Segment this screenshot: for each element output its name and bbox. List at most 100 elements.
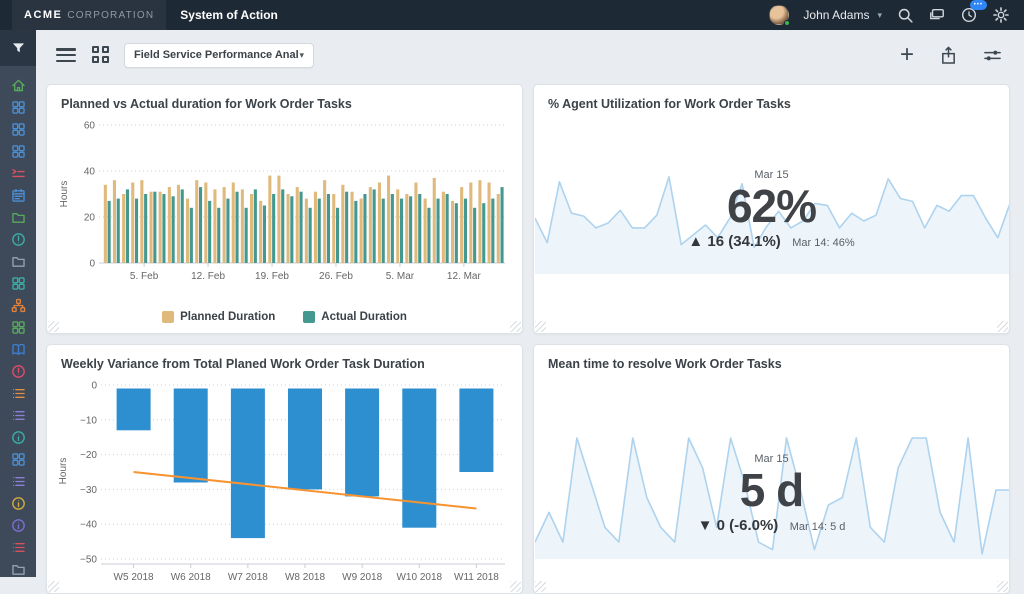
sidebar-item-home[interactable] [0, 74, 36, 96]
svg-text:0: 0 [91, 381, 97, 392]
svg-text:26. Feb: 26. Feb [319, 271, 353, 282]
legend-item[interactable]: Planned Duration [162, 311, 275, 323]
panel-title: Weekly Variance from Total Planed Work O… [61, 357, 425, 371]
legend-label: Planned Duration [180, 311, 276, 323]
utilization-sparkline[interactable] [535, 169, 1010, 275]
sidebar-item-knowledge[interactable] [0, 338, 36, 360]
sidebar-item-apps-green[interactable] [0, 316, 36, 338]
svg-text:W6 2018: W6 2018 [171, 572, 211, 583]
sidebar-item-calendar[interactable] [0, 184, 36, 206]
sidebar-item-alerts-red[interactable] [0, 360, 36, 382]
planned-vs-actual-chart[interactable]: 0 20 40 60 Hours 5. Feb 12. Feb 19. Feb 26. Feb 5… [55, 115, 515, 295]
svg-text:−50: −50 [80, 555, 97, 566]
sidebar-item-filter[interactable] [0, 30, 36, 66]
share-icon[interactable] [940, 45, 957, 65]
svg-text:W7 2018: W7 2018 [228, 572, 268, 583]
brand-logo[interactable]: ACME CORPORATION [12, 0, 167, 30]
sidebar-item-workflow[interactable] [0, 162, 36, 184]
panel-title: % Agent Utilization for Work Order Tasks [548, 97, 791, 111]
legend-swatch [162, 311, 175, 323]
chat-icon[interactable] [928, 6, 946, 24]
sidebar-item-apps-teal[interactable] [0, 272, 36, 294]
brand-suffix: CORPORATION [67, 9, 155, 21]
svg-text:Hours: Hours [58, 458, 69, 485]
sidebar-item-apps-1[interactable] [0, 96, 36, 118]
sidebar-item-network[interactable] [0, 294, 36, 316]
avatar[interactable] [769, 5, 791, 26]
dashboard-selector-label: Field Service Performance Analytics [134, 49, 299, 61]
svg-text:12. Feb: 12. Feb [191, 271, 225, 282]
search-icon[interactable] [896, 6, 914, 24]
panel-title: Mean time to resolve Work Order Tasks [548, 357, 782, 371]
svg-text:−10: −10 [80, 415, 97, 426]
svg-text:60: 60 [84, 121, 96, 132]
panel-agent-utilization: % Agent Utilization for Work Order Tasks… [533, 84, 1010, 334]
svg-text:0: 0 [89, 259, 95, 270]
sidebar-item-info-teal[interactable] [0, 426, 36, 448]
user-menu-caret-icon[interactable]: ▾ [877, 10, 882, 21]
resize-grip[interactable] [510, 321, 521, 332]
sidebar [0, 30, 36, 577]
resize-grip[interactable] [510, 581, 521, 592]
add-widget-button[interactable]: + [900, 43, 914, 67]
resize-grip[interactable] [48, 321, 59, 332]
weekly-variance-chart[interactable]: 0 −10 −20 −30 −40 −50 Hours W5 2018 W6 2018 W7 20… [55, 371, 515, 589]
help-icon[interactable]: ••• [960, 0, 987, 24]
svg-text:−40: −40 [80, 520, 97, 531]
svg-text:W5 2018: W5 2018 [114, 572, 154, 583]
user-name[interactable]: John Adams [803, 8, 869, 22]
svg-text:W9 2018: W9 2018 [342, 572, 382, 583]
sidebar-item-list-orange[interactable] [0, 382, 36, 404]
mean-time-sparkline[interactable] [535, 433, 1010, 560]
dashboard-grid-icon[interactable] [92, 46, 110, 64]
svg-text:12. Mar: 12. Mar [447, 271, 482, 282]
legend-item[interactable]: Actual Duration [303, 311, 407, 323]
panel-weekly-variance: Weekly Variance from Total Planed Work O… [46, 344, 523, 594]
resize-grip[interactable] [997, 581, 1008, 592]
svg-text:40: 40 [84, 167, 96, 178]
app-header: ACME CORPORATION System of Action John A… [0, 0, 1024, 30]
notification-badge: ••• [969, 0, 987, 10]
chevron-down-icon: ▾ [299, 49, 304, 60]
menu-icon[interactable] [56, 48, 76, 62]
sidebar-item-alerts-teal[interactable] [0, 228, 36, 250]
sidebar-item-projects[interactable] [0, 206, 36, 228]
svg-text:20: 20 [84, 213, 96, 224]
online-status-dot [784, 20, 791, 26]
sidebar-item-apps-blue-2[interactable] [0, 448, 36, 470]
svg-text:Hours: Hours [59, 181, 70, 208]
sidebar-item-apps-2[interactable] [0, 118, 36, 140]
dashboard-selector[interactable]: Field Service Performance Analytics ▾ [124, 42, 314, 68]
app-title: System of Action [180, 8, 278, 22]
svg-text:5. Feb: 5. Feb [130, 271, 159, 282]
gear-icon[interactable] [992, 6, 1010, 24]
sidebar-item-files[interactable] [0, 250, 36, 272]
filter-settings-icon[interactable] [983, 47, 1002, 64]
legend-swatch [303, 311, 316, 323]
brand-name: ACME [24, 9, 63, 21]
legend-label: Actual Duration [321, 311, 407, 323]
resize-grip[interactable] [48, 581, 59, 592]
panel-planned-vs-actual: Planned vs Actual duration for Work Orde… [46, 84, 523, 334]
svg-text:19. Feb: 19. Feb [255, 271, 289, 282]
sidebar-item-list-red[interactable] [0, 536, 36, 558]
sidebar-item-list-purple-1[interactable] [0, 404, 36, 426]
svg-text:W10 2018: W10 2018 [396, 572, 442, 583]
resize-grip[interactable] [997, 321, 1008, 332]
panel-mean-time-resolve: Mean time to resolve Work Order Tasks Ma… [533, 344, 1010, 594]
resize-grip[interactable] [535, 581, 546, 592]
svg-text:5. Mar: 5. Mar [386, 271, 415, 282]
resize-grip[interactable] [535, 321, 546, 332]
svg-text:W11 2018: W11 2018 [454, 572, 499, 583]
sidebar-item-info-purple[interactable] [0, 514, 36, 536]
sidebar-item-apps-3[interactable] [0, 140, 36, 162]
svg-text:−30: −30 [80, 485, 97, 496]
svg-text:W8 2018: W8 2018 [285, 572, 325, 583]
sidebar-item-info-yellow[interactable] [0, 492, 36, 514]
chart-legend: Planned Duration Actual Duration [47, 311, 522, 323]
dashboard-toolbar: Field Service Performance Analytics ▾ + [36, 30, 1024, 80]
sidebar-item-list-purple-2[interactable] [0, 470, 36, 492]
panel-title: Planned vs Actual duration for Work Orde… [61, 97, 352, 111]
svg-text:−20: −20 [80, 450, 97, 461]
main-content: Field Service Performance Analytics ▾ + … [36, 30, 1024, 594]
